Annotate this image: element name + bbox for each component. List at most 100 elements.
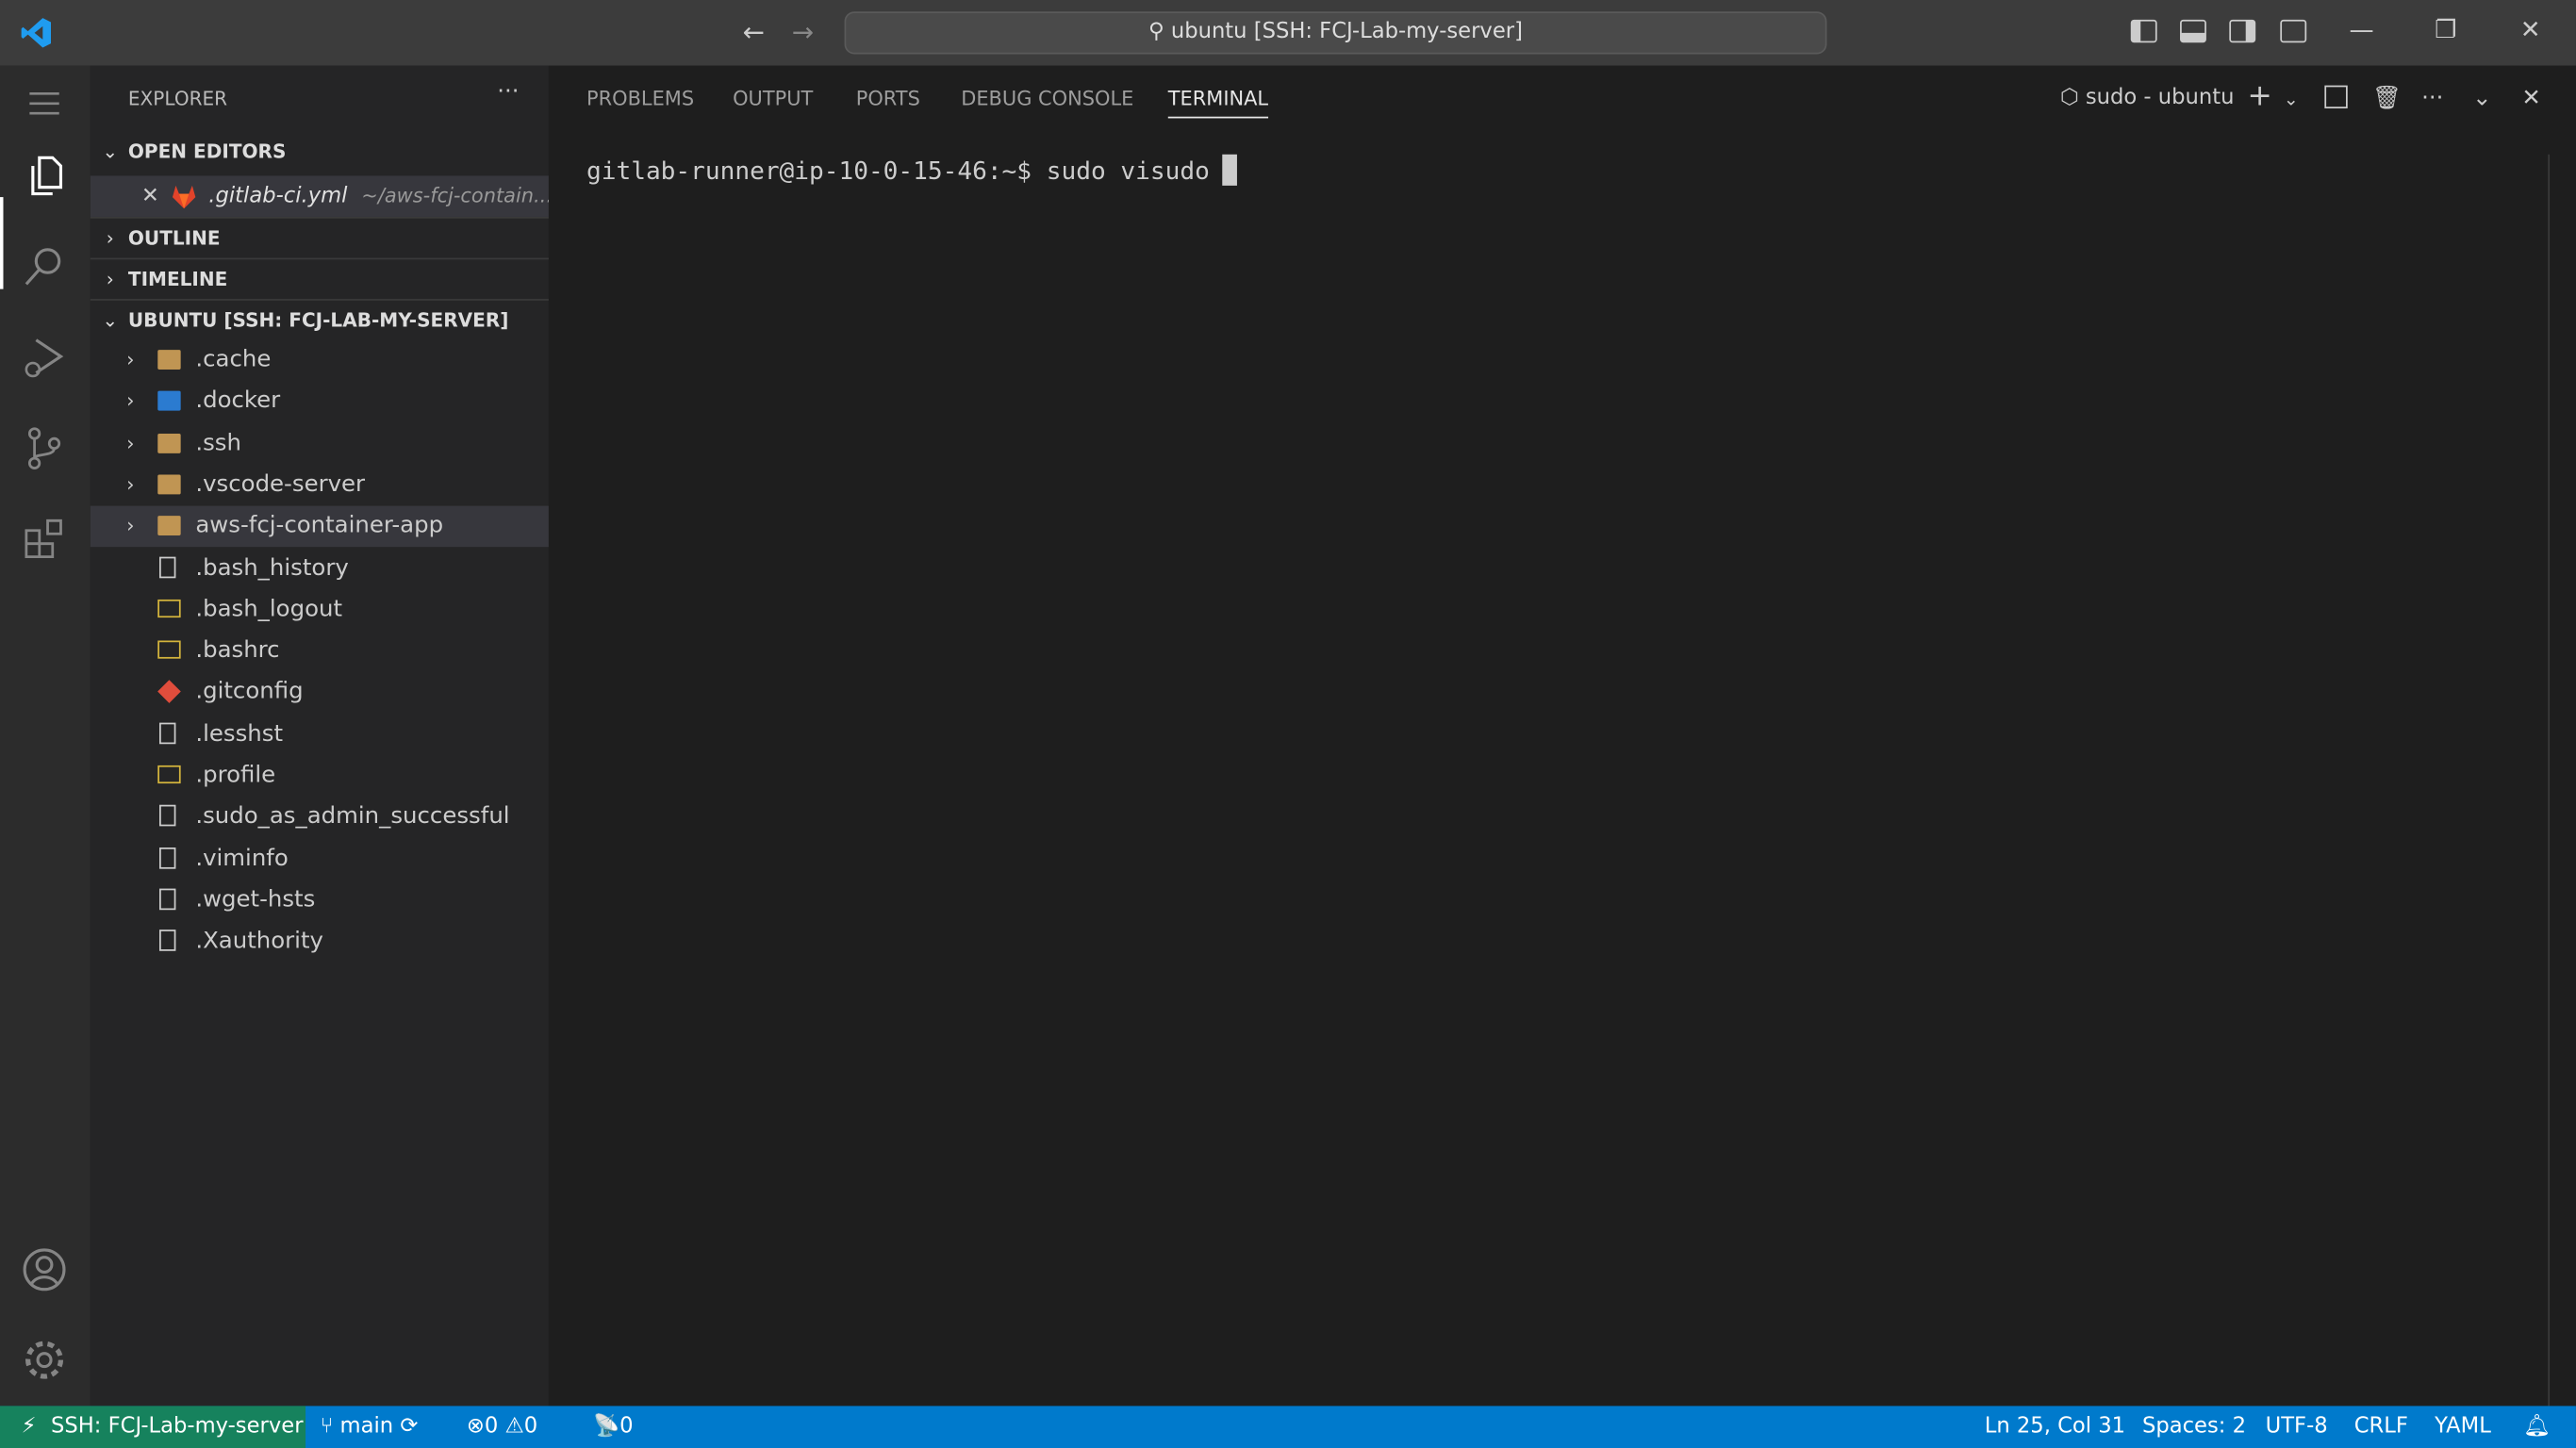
tree-item-label: .docker (195, 387, 281, 415)
more-actions-button[interactable]: ··· (2421, 86, 2443, 112)
terminal-icon: ⬡ (2059, 85, 2086, 110)
tab-debug-console[interactable]: DEBUG CONSOLE (961, 87, 1133, 109)
terminal-name: sudo - ubuntu (2085, 85, 2235, 110)
extensions-icon[interactable] (20, 514, 69, 563)
tree-item[interactable]: .profile (91, 755, 549, 797)
accounts-icon[interactable] (20, 1245, 69, 1294)
status-bar: ⚡ SSH: FCJ-Lab-my-server ⑂ main ⟳ ⊗0 ⚠0 📡… (0, 1406, 2576, 1448)
tree-item[interactable]: › .docker (91, 382, 549, 423)
command-center-search[interactable]: ⚲ ubuntu [SSH: FCJ-Lab-my-server] (844, 11, 1827, 55)
tree-item[interactable]: .bash_history (91, 548, 549, 589)
chevron-right-icon: › (126, 348, 135, 371)
timeline-section[interactable]: › TIMELINE (90, 257, 549, 300)
file-icon (159, 888, 176, 911)
run-debug-icon[interactable] (20, 332, 69, 381)
tree-item[interactable]: .viminfo (91, 839, 549, 880)
chevron-down-icon[interactable]: ⌄ (2284, 89, 2299, 110)
file-icon (159, 805, 176, 827)
branch-button[interactable]: ⑂ main ⟳ (321, 1406, 419, 1448)
toggle-panel-icon[interactable] (2180, 19, 2206, 43)
tree-item-label: .bash_logout (195, 596, 343, 622)
terminal-output[interactable]: gitlab-runner@ip-10-0-15-46:~$ sudo visu… (586, 154, 1238, 186)
tree-item[interactable]: .sudo_as_admin_successful (91, 798, 549, 839)
tree-item-label: .cache (195, 346, 272, 373)
tab-problems[interactable]: PROBLEMS (586, 87, 694, 109)
close-panel-icon[interactable]: ✕ (2521, 86, 2540, 112)
terminal-selector[interactable]: ⬡ sudo - ubuntu (2060, 86, 2235, 110)
encoding[interactable]: UTF-8 (2266, 1406, 2328, 1448)
tree-item[interactable]: › aws-fcj-container-app (90, 505, 549, 548)
tree-item-label: .ssh (195, 429, 241, 456)
explorer-icon[interactable] (20, 151, 69, 200)
restore-button[interactable]: ❐ (2435, 15, 2456, 44)
close-icon[interactable]: ✕ (141, 175, 159, 217)
chevron-right-icon: › (126, 431, 135, 454)
section-label: OUTLINE (127, 226, 221, 250)
tree-item-label: .lesshst (195, 720, 284, 748)
menu-icon[interactable] (20, 79, 69, 128)
customize-layout-icon[interactable] (2280, 19, 2307, 43)
sync-icon: ⟳ (400, 1414, 419, 1440)
shell-file-icon (157, 765, 181, 784)
tree-item-label: .profile (195, 762, 276, 789)
outline-section[interactable]: › OUTLINE (90, 216, 549, 258)
section-label: UBUNTU [SSH: FCJ-LAB-MY-SERVER] (127, 308, 509, 332)
folder-icon (157, 516, 181, 536)
shell-file-icon (157, 599, 181, 617)
trash-icon[interactable]: 🗑 (2372, 86, 2402, 112)
minimize-button[interactable]: — (2349, 15, 2373, 44)
source-control-icon[interactable] (20, 424, 69, 473)
ports-button[interactable]: 📡0 (593, 1406, 634, 1448)
forward-button[interactable]: → (792, 16, 814, 47)
tab-terminal[interactable]: TERMINAL (1167, 87, 1269, 119)
tree-item-label: .Xauthority (195, 928, 323, 955)
tab-ports[interactable]: PORTS (856, 87, 920, 109)
file-icon (159, 555, 176, 578)
language-mode[interactable]: YAML (2435, 1406, 2491, 1448)
tree-item[interactable]: .lesshst (91, 714, 549, 755)
tree-item[interactable]: .bashrc (91, 631, 549, 672)
warning-count: 0 (523, 1414, 538, 1440)
git-icon (157, 680, 181, 704)
file-name: .gitlab-ci.yml (208, 184, 348, 209)
problems-button[interactable]: ⊗0 ⚠0 (467, 1406, 537, 1448)
search-icon: ⚲ (1148, 19, 1171, 45)
bell-icon[interactable]: 🔔︎ (2523, 1406, 2551, 1448)
folder-icon (157, 433, 181, 453)
remote-indicator[interactable]: ⚡ SSH: FCJ-Lab-my-server (0, 1406, 306, 1448)
end-of-line[interactable]: CRLF (2354, 1406, 2408, 1448)
back-button[interactable]: ← (743, 16, 765, 47)
maximize-panel-chevron-icon[interactable]: ⌄ (2472, 86, 2491, 112)
tree-item[interactable]: .wget-hsts (91, 880, 549, 922)
tree-item-label: .vscode-server (195, 470, 366, 498)
close-window-button[interactable]: ✕ (2520, 15, 2541, 44)
tree-item[interactable]: › .vscode-server (91, 465, 549, 506)
settings-gear-icon[interactable] (20, 1335, 69, 1384)
toggle-primary-sidebar-icon[interactable] (2130, 19, 2157, 43)
broadcast-icon: 📡 (592, 1414, 620, 1440)
indentation[interactable]: Spaces: 2 (2142, 1406, 2246, 1448)
chevron-right-icon: › (126, 514, 135, 538)
tree-item-label: .bashrc (195, 637, 280, 665)
tab-output[interactable]: OUTPUT (733, 87, 813, 109)
tree-item[interactable]: › .ssh (91, 423, 549, 465)
tree-item-label: aws-fcj-container-app (195, 512, 444, 539)
toggle-secondary-sidebar-icon[interactable] (2229, 19, 2256, 43)
terminal-panel: PROBLEMS OUTPUT PORTS DEBUG CONSOLE TERMINAL… (548, 65, 2576, 1407)
search-icon[interactable] (20, 241, 69, 290)
tree-item[interactable]: .bash_logout (91, 589, 549, 631)
open-editor-item[interactable]: ✕ .gitlab-ci.yml ~/aws-fcj-contain... (90, 175, 553, 217)
error-icon: ⊗ (466, 1414, 485, 1440)
chevron-right-icon: › (106, 226, 114, 250)
cursor-position[interactable]: Ln 25, Col 31 (1985, 1406, 2125, 1448)
tree-item[interactable]: .Xauthority (91, 922, 549, 963)
tree-item[interactable]: › .cache (91, 340, 549, 382)
open-editors-section[interactable]: ⌄ OPEN EDITORS (91, 131, 549, 173)
tree-item[interactable]: .gitconfig (91, 672, 549, 714)
error-count: 0 (484, 1414, 499, 1440)
workspace-section[interactable]: ⌄ UBUNTU [SSH: FCJ-LAB-MY-SERVER] (90, 299, 549, 340)
split-terminal-icon[interactable] (2324, 85, 2348, 108)
terminal-scrollbar[interactable] (2548, 154, 2576, 1407)
more-actions-button[interactable]: ··· (497, 79, 519, 106)
new-terminal-button[interactable]: + (2247, 79, 2271, 114)
